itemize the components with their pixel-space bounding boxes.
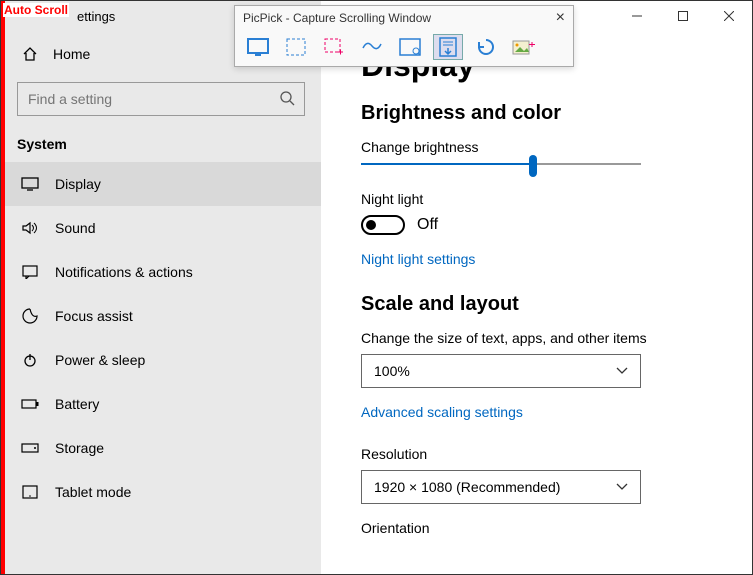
chevron-down-icon [616, 367, 628, 375]
window-capture-icon[interactable] [395, 34, 425, 60]
maximize-button[interactable] [660, 1, 706, 31]
chevron-down-icon [616, 483, 628, 491]
slider-thumb[interactable] [529, 155, 537, 177]
resolution-value: 1920 × 1080 (Recommended) [374, 479, 560, 495]
image-tool-icon[interactable] [509, 34, 539, 60]
home-label: Home [53, 46, 90, 62]
tablet-icon [21, 485, 39, 499]
scale-dropdown[interactable]: 100% [361, 354, 641, 388]
nightlight-settings-link[interactable]: Night light settings [361, 251, 712, 267]
section-scale: Scale and layout [361, 293, 712, 316]
orientation-label: Orientation [361, 520, 712, 536]
repeat-capture-icon[interactable] [471, 34, 501, 60]
freehand-capture-icon[interactable] [357, 34, 387, 60]
brightness-label: Change brightness [361, 139, 712, 155]
advanced-scaling-link[interactable]: Advanced scaling settings [361, 404, 712, 420]
sidebar-item-focus-assist[interactable]: Focus assist [1, 294, 321, 338]
close-button[interactable] [706, 1, 752, 31]
storage-icon [21, 443, 39, 453]
fullscreen-capture-icon[interactable] [243, 34, 273, 60]
display-icon [21, 177, 39, 191]
scale-label: Change the size of text, apps, and other… [361, 330, 712, 346]
main-content: Display Brightness and color Change brig… [321, 1, 752, 574]
toggle-knob [366, 220, 376, 230]
sidebar-item-battery[interactable]: Battery [1, 382, 321, 426]
home-icon [21, 46, 39, 62]
nightlight-label: Night light [361, 191, 712, 207]
power-icon [21, 352, 39, 368]
sidebar-item-storage[interactable]: Storage [1, 426, 321, 470]
sidebar-item-display[interactable]: Display [1, 162, 321, 206]
sidebar-item-label: Battery [55, 396, 99, 412]
search-input[interactable] [17, 82, 305, 116]
scale-value: 100% [374, 363, 410, 379]
minimize-button[interactable] [614, 1, 660, 31]
section-brightness: Brightness and color [361, 102, 712, 125]
battery-icon [21, 398, 39, 410]
red-marker-bar [1, 1, 5, 574]
scrolling-capture-icon[interactable] [433, 34, 463, 60]
sidebar-item-label: Power & sleep [55, 352, 145, 368]
slider-fill [361, 163, 529, 165]
nightlight-toggle[interactable] [361, 215, 405, 235]
sidebar-item-label: Sound [55, 220, 95, 236]
autoscroll-label: Auto Scroll [3, 3, 69, 17]
sound-icon [21, 221, 39, 235]
sidebar-item-sound[interactable]: Sound [1, 206, 321, 250]
picpick-close-button[interactable]: × [556, 9, 565, 27]
sidebar-item-label: Notifications & actions [55, 264, 193, 280]
fixed-region-capture-icon[interactable] [319, 34, 349, 60]
sidebar-item-tablet[interactable]: Tablet mode [1, 470, 321, 514]
picpick-title: PicPick - Capture Scrolling Window [243, 11, 431, 25]
notifications-icon [21, 265, 39, 279]
resolution-label: Resolution [361, 446, 712, 462]
sidebar-item-label: Storage [55, 440, 104, 456]
region-capture-icon[interactable] [281, 34, 311, 60]
sidebar-item-power[interactable]: Power & sleep [1, 338, 321, 382]
window-controls [614, 1, 752, 31]
picpick-toolbar: PicPick - Capture Scrolling Window × [234, 5, 574, 67]
sidebar-item-notifications[interactable]: Notifications & actions [1, 250, 321, 294]
brightness-slider[interactable] [361, 163, 641, 165]
sidebar-item-label: Tablet mode [55, 484, 131, 500]
category-label: System [1, 116, 321, 162]
resolution-dropdown[interactable]: 1920 × 1080 (Recommended) [361, 470, 641, 504]
focus-assist-icon [21, 308, 39, 324]
sidebar: ettings Home System Display Sound Notifi… [1, 1, 321, 574]
sidebar-item-label: Focus assist [55, 308, 133, 324]
sidebar-item-label: Display [55, 176, 101, 192]
search-icon [279, 90, 295, 106]
nightlight-state: Off [417, 216, 438, 234]
